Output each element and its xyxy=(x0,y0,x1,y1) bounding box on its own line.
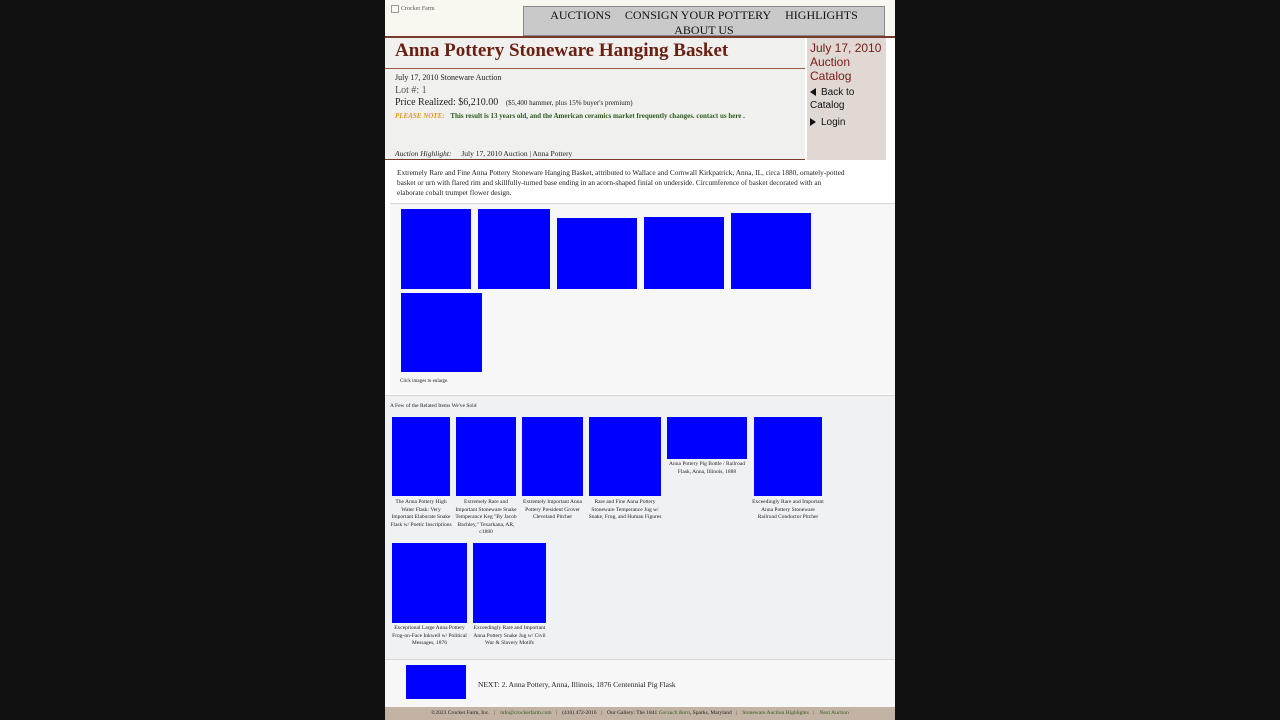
arrow-right-icon xyxy=(810,118,816,127)
image-gallery: Click images to enlarge. xyxy=(390,204,895,394)
lot-description: Extremely Rare and Fine Anna Pottery Sto… xyxy=(397,168,845,197)
phone: (410) 472-2016 xyxy=(562,710,597,716)
email-link[interactable]: info@crockerfarm.com xyxy=(500,710,552,716)
related-item-image[interactable] xyxy=(667,417,747,459)
price-label: Price Realized: $6,210.00 xyxy=(395,97,499,108)
nav-about-us[interactable]: ABOUT US xyxy=(674,23,733,37)
gallery-prefix: Our Gallery: The 1841 xyxy=(607,710,658,716)
lot-image[interactable] xyxy=(557,218,637,289)
gallery-suffix: , Sparks, Maryland xyxy=(689,710,732,716)
lot-image[interactable] xyxy=(478,209,550,289)
back-label: Back to Catalog xyxy=(810,87,855,111)
login-label: Login xyxy=(821,117,846,128)
note-label: PLEASE NOTE: xyxy=(395,112,445,120)
broken-image-icon xyxy=(391,5,399,13)
next-lot: NEXT: 2. Anna Pottery, Anna, Illinois, 1… xyxy=(385,659,895,708)
lot-image[interactable] xyxy=(401,293,482,372)
related-item-image[interactable] xyxy=(392,543,467,623)
related-item-image[interactable] xyxy=(589,417,661,496)
related-item-caption[interactable]: Anna Pottery Pig Bottle / Railroad Flask… xyxy=(665,461,749,476)
related-item-caption[interactable]: Rare and Fine Anna Pottery Stoneware Tem… xyxy=(587,499,663,522)
related-item-image[interactable] xyxy=(754,417,822,496)
related-item-image[interactable] xyxy=(522,417,583,496)
login-link[interactable]: Login xyxy=(810,117,845,128)
next-auction-link[interactable]: Next Auction xyxy=(819,710,848,716)
related-item-caption[interactable]: Exceedingly Rare and Important Anna Pott… xyxy=(471,625,548,648)
related-item-caption[interactable]: The Anna Pottery High Water Flask: Very … xyxy=(390,499,452,529)
related-item-image[interactable] xyxy=(392,417,450,496)
main-nav: AUCTIONS CONSIGN YOUR POTTERY HIGHLIGHTS… xyxy=(523,6,885,37)
arrow-left-icon xyxy=(810,88,816,97)
divider xyxy=(385,159,805,160)
related-item-image[interactable] xyxy=(456,417,516,496)
related-item-image[interactable] xyxy=(473,543,546,623)
related-title: A Few of the Related Items We've Sold xyxy=(390,403,477,409)
related-item-caption[interactable]: Exceedingly Rare and Important Anna Pott… xyxy=(752,499,824,522)
copyright: ©2023 Crocker Farm, Inc. xyxy=(431,710,490,716)
lot-number: Lot #: 1 xyxy=(395,85,427,96)
related-items: A Few of the Related Items We've Sold Th… xyxy=(385,395,895,660)
related-item-caption[interactable]: Exceptional Large Anna Pottery Frog-on-F… xyxy=(390,625,469,648)
related-item-caption[interactable]: Extremely Rare and Important Stoneware S… xyxy=(454,499,518,537)
nav-highlights[interactable]: HIGHLIGHTS xyxy=(785,8,858,22)
logo[interactable]: Crocker Farm xyxy=(391,5,435,13)
auction-name: July 17, 2010 Stoneware Auction xyxy=(395,73,502,82)
catalog-link[interactable]: July 17, 2010 Auction Catalog xyxy=(810,41,886,83)
highlights-link[interactable]: Stoneware Auction Highlights xyxy=(742,710,809,716)
gallery-link[interactable]: Gorsuch Barn xyxy=(659,710,690,716)
nav-consign[interactable]: CONSIGN YOUR POTTERY xyxy=(625,8,771,22)
highlight-links[interactable]: July 17, 2010 Auction | Anna Pottery xyxy=(461,149,572,158)
next-lot-image[interactable] xyxy=(406,665,466,699)
next-lot-link[interactable]: NEXT: 2. Anna Pottery, Anna, Illinois, 1… xyxy=(478,680,676,689)
back-to-catalog-link[interactable]: Back to Catalog xyxy=(810,86,886,112)
price-detail: ($5,400 hammer, plus 15% buyer's premium… xyxy=(505,99,633,107)
highlight-label: Auction Highlight: xyxy=(395,149,452,158)
nav-auctions[interactable]: AUCTIONS xyxy=(550,8,611,22)
side-panel: July 17, 2010 Auction Catalog Back to Ca… xyxy=(807,38,886,160)
enlarge-hint: Click images to enlarge. xyxy=(400,379,449,384)
price-realized: Price Realized: $6,210.00 ($5,400 hammer… xyxy=(395,97,633,108)
lot-header: Anna Pottery Stoneware Hanging Basket Ju… xyxy=(385,38,805,160)
note-text[interactable]: This result is 13 years old, and the Ame… xyxy=(450,112,745,120)
divider xyxy=(385,68,805,69)
related-item-caption[interactable]: Extremely Important Anna Pottery Preside… xyxy=(520,499,585,522)
site-footer: ©2023 Crocker Farm, Inc. | info@crockerfa… xyxy=(385,707,895,720)
lot-image[interactable] xyxy=(731,213,811,289)
page-title: Anna Pottery Stoneware Hanging Basket xyxy=(395,40,729,61)
result-note: PLEASE NOTE: This result is 13 years old… xyxy=(395,112,745,120)
auction-highlight: Auction Highlight: July 17, 2010 Auction… xyxy=(395,149,572,158)
lot-image[interactable] xyxy=(401,209,471,289)
lot-image[interactable] xyxy=(644,217,724,289)
logo-alt-text: Crocker Farm xyxy=(401,6,435,12)
site-header: Crocker Farm AUCTIONS CONSIGN YOUR POTTE… xyxy=(385,0,895,38)
page: Crocker Farm AUCTIONS CONSIGN YOUR POTTE… xyxy=(385,0,895,720)
